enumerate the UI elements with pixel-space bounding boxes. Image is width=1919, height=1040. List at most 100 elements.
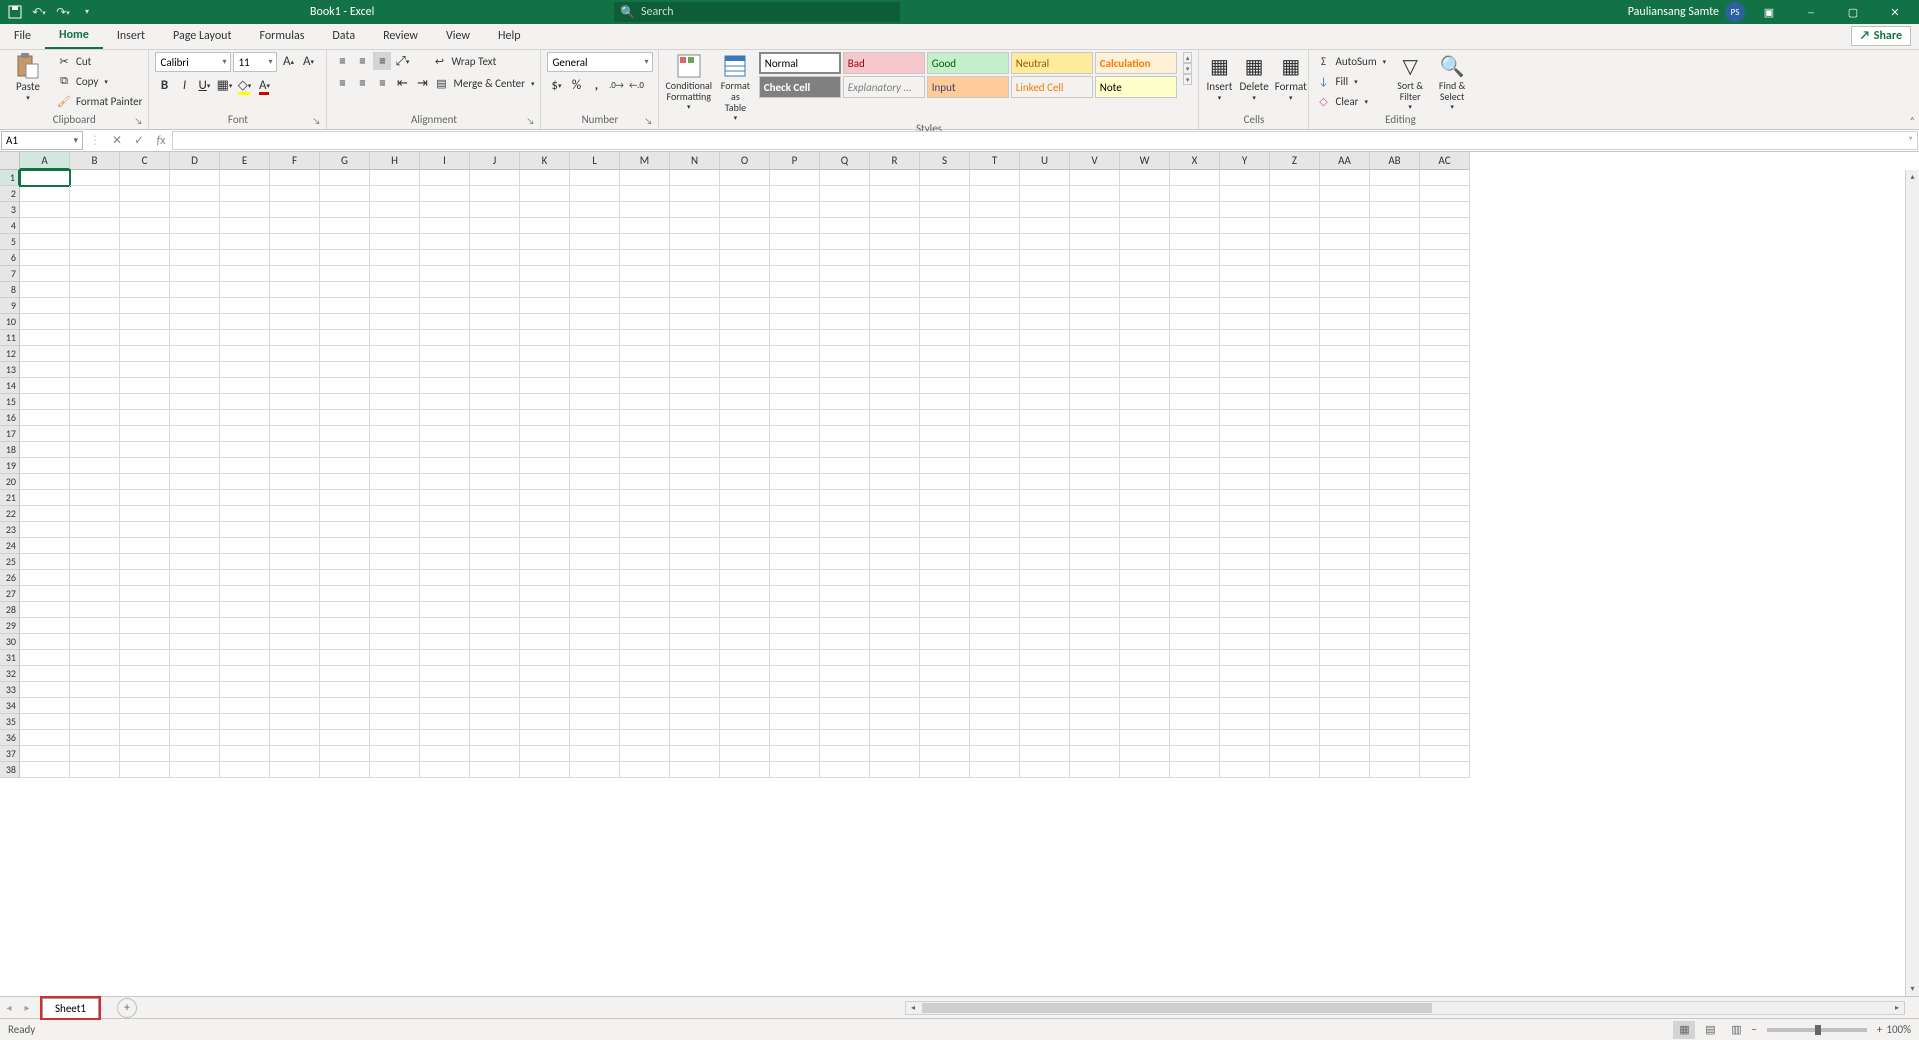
cell[interactable] <box>920 506 970 522</box>
cell[interactable] <box>1020 506 1070 522</box>
cell[interactable] <box>1320 426 1370 442</box>
cell[interactable] <box>270 714 320 730</box>
cell[interactable] <box>970 682 1020 698</box>
cell[interactable] <box>170 554 220 570</box>
cell[interactable] <box>420 762 470 778</box>
cell[interactable] <box>820 570 870 586</box>
cell[interactable] <box>970 266 1020 282</box>
cell[interactable] <box>1370 250 1420 266</box>
cell[interactable] <box>420 346 470 362</box>
cell[interactable] <box>1270 378 1320 394</box>
cell[interactable] <box>1270 698 1320 714</box>
cell[interactable] <box>270 362 320 378</box>
cell[interactable] <box>920 650 970 666</box>
cell[interactable] <box>1020 730 1070 746</box>
cell[interactable] <box>220 618 270 634</box>
cell[interactable] <box>670 506 720 522</box>
cell[interactable] <box>770 634 820 650</box>
cell[interactable] <box>570 506 620 522</box>
cell[interactable] <box>70 474 120 490</box>
cell[interactable] <box>120 618 170 634</box>
cell[interactable] <box>1320 410 1370 426</box>
cell[interactable] <box>570 538 620 554</box>
cell[interactable] <box>820 218 870 234</box>
cell[interactable] <box>120 586 170 602</box>
row-header[interactable]: 35 <box>0 714 20 730</box>
cell[interactable] <box>420 650 470 666</box>
cell[interactable] <box>1420 186 1470 202</box>
cell[interactable] <box>370 698 420 714</box>
cell[interactable] <box>170 186 220 202</box>
cell[interactable] <box>820 602 870 618</box>
cell[interactable] <box>1320 218 1370 234</box>
cell[interactable] <box>720 538 770 554</box>
cell[interactable] <box>220 698 270 714</box>
alignment-dialog-launcher-icon[interactable]: ↘ <box>526 116 538 128</box>
horizontal-scrollbar[interactable]: ◂ ▸ <box>905 1001 1905 1015</box>
tab-review[interactable]: Review <box>369 23 432 49</box>
cell[interactable] <box>820 762 870 778</box>
cell[interactable] <box>370 218 420 234</box>
cell[interactable] <box>1420 346 1470 362</box>
cell[interactable] <box>1120 762 1170 778</box>
cell[interactable] <box>1320 650 1370 666</box>
cell[interactable] <box>620 490 670 506</box>
cell[interactable] <box>1120 330 1170 346</box>
cell[interactable] <box>1070 762 1120 778</box>
cell[interactable] <box>920 218 970 234</box>
cell[interactable] <box>670 602 720 618</box>
column-header[interactable]: Q <box>820 152 870 170</box>
cell[interactable] <box>1420 394 1470 410</box>
cell[interactable] <box>570 170 620 186</box>
cell[interactable] <box>1270 730 1320 746</box>
cell[interactable] <box>70 442 120 458</box>
cell[interactable] <box>20 394 70 410</box>
cell[interactable] <box>1020 714 1070 730</box>
zoom-in-icon[interactable]: + <box>1877 1023 1882 1036</box>
cell[interactable] <box>770 362 820 378</box>
cell[interactable] <box>420 426 470 442</box>
cell[interactable] <box>870 346 920 362</box>
increase-indent-icon[interactable]: ⇥ <box>413 74 431 92</box>
cell[interactable] <box>1070 442 1120 458</box>
cell[interactable] <box>1220 426 1270 442</box>
cell[interactable] <box>570 730 620 746</box>
cell[interactable] <box>1320 298 1370 314</box>
cell[interactable] <box>820 346 870 362</box>
cell[interactable] <box>120 474 170 490</box>
cell[interactable] <box>120 186 170 202</box>
cell[interactable] <box>1370 362 1420 378</box>
cell[interactable] <box>420 362 470 378</box>
style-good[interactable]: Good <box>927 52 1009 74</box>
cell[interactable] <box>120 314 170 330</box>
cell[interactable] <box>1020 698 1070 714</box>
cell[interactable] <box>420 746 470 762</box>
fill-button[interactable]: ↓Fill▾ <box>1315 72 1386 90</box>
cell[interactable] <box>220 458 270 474</box>
cell[interactable] <box>1070 538 1120 554</box>
cell[interactable] <box>370 314 420 330</box>
cell[interactable] <box>820 746 870 762</box>
cell[interactable] <box>820 554 870 570</box>
cell[interactable] <box>1170 682 1220 698</box>
cell[interactable] <box>970 410 1020 426</box>
cell[interactable] <box>1320 362 1370 378</box>
cell[interactable] <box>220 746 270 762</box>
cell[interactable] <box>270 250 320 266</box>
cell[interactable] <box>520 698 570 714</box>
cell[interactable] <box>70 554 120 570</box>
cell[interactable] <box>770 538 820 554</box>
cell[interactable] <box>320 586 370 602</box>
cell[interactable] <box>1420 714 1470 730</box>
cell[interactable] <box>1170 410 1220 426</box>
cell[interactable] <box>1270 602 1320 618</box>
cell[interactable] <box>820 730 870 746</box>
cell[interactable] <box>320 362 370 378</box>
cell[interactable] <box>1070 490 1120 506</box>
cell[interactable] <box>620 234 670 250</box>
cell[interactable] <box>270 554 320 570</box>
cell[interactable] <box>320 426 370 442</box>
cell[interactable] <box>1120 298 1170 314</box>
cell[interactable] <box>920 618 970 634</box>
cell[interactable] <box>1270 746 1320 762</box>
